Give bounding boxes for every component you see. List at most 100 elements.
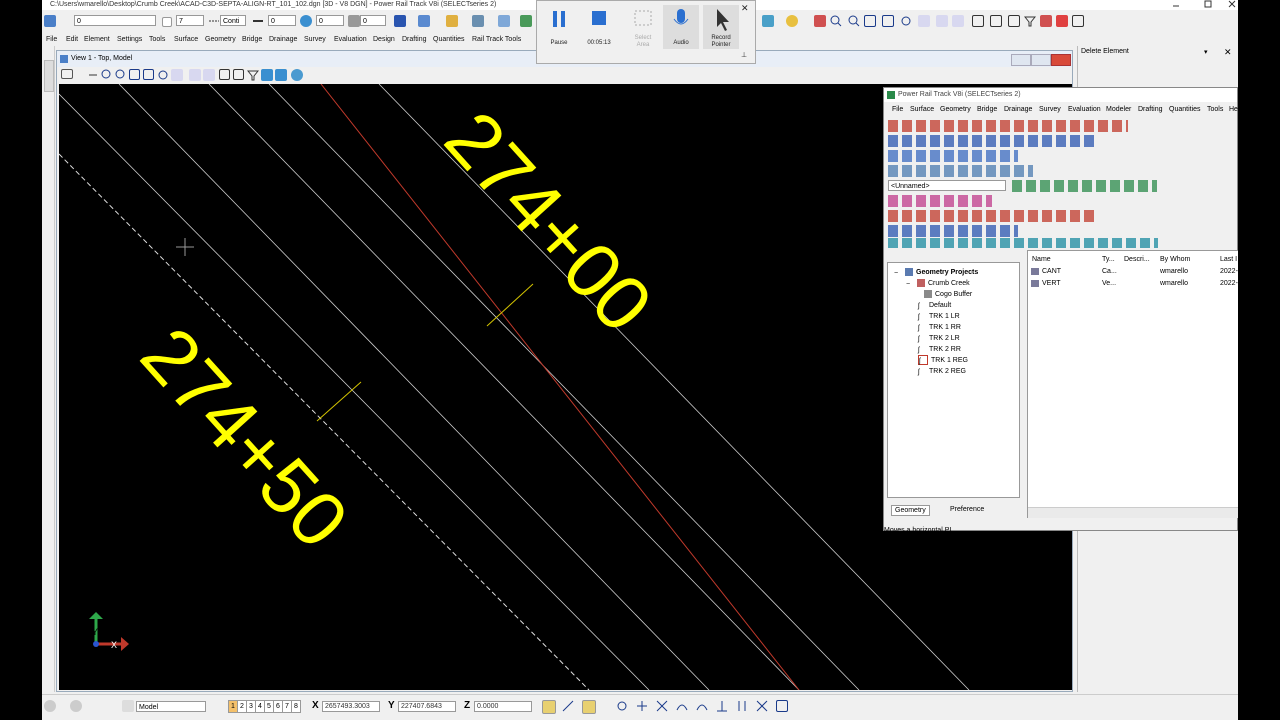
model-combo[interactable]: Model — [136, 701, 206, 712]
menu-quantities[interactable]: Quantities — [433, 34, 465, 46]
col-header-by-whom[interactable]: By Whom — [1160, 254, 1190, 265]
fit-view-icon[interactable] — [882, 15, 894, 27]
record-pointer-button[interactable]: Record Pointer — [703, 5, 739, 49]
snap-bisector-icon[interactable] — [656, 700, 668, 712]
view-prev-icon[interactable] — [189, 69, 201, 81]
view-button-8[interactable]: 8 — [291, 700, 301, 713]
panel-menu-drainage[interactable]: Drainage — [1004, 104, 1032, 116]
y-coordinate-field[interactable]: 227407.6843 — [398, 701, 456, 712]
tasks-icon[interactable] — [44, 60, 54, 92]
menu-drafting[interactable]: Drafting — [402, 34, 427, 46]
level-manager-icon[interactable] — [44, 15, 56, 27]
expand-icon[interactable]: − — [906, 279, 914, 288]
menu-design[interactable]: Design — [373, 34, 395, 46]
zoom-out-icon[interactable] — [848, 15, 860, 27]
panel-combo[interactable]: <Unnamed> — [888, 180, 1006, 191]
tree-item-trk1-reg[interactable]: ʃ TRK 1 REG — [918, 355, 968, 366]
image-icon[interactable] — [520, 15, 532, 27]
view-refs-icon[interactable] — [275, 69, 287, 81]
tool-settings-close-icon[interactable]: ✕ — [1224, 47, 1232, 58]
audio-button[interactable]: Audio — [663, 5, 699, 49]
panel-menu-evaluation[interactable]: Evaluation — [1068, 104, 1101, 116]
snap-intersection-icon[interactable] — [676, 700, 688, 712]
tab-preference[interactable]: Preference — [947, 505, 987, 514]
tree-project[interactable]: − Crumb Creek — [906, 278, 970, 289]
pan-view-icon[interactable] — [918, 15, 930, 27]
panel-menu-file[interactable]: File — [892, 104, 903, 116]
expand-icon[interactable]: − — [894, 268, 902, 277]
color-combo[interactable]: 7 — [176, 15, 204, 26]
snap-settings-icon[interactable] — [776, 700, 788, 712]
snap-tangent-icon[interactable] — [696, 700, 708, 712]
view-maximize-icon[interactable] — [1031, 54, 1051, 66]
recorder-pin-icon[interactable]: ⊥ — [741, 51, 747, 59]
filter-icon[interactable] — [1023, 15, 1037, 27]
view-rotate-icon[interactable] — [157, 69, 169, 81]
view-levels-icon[interactable] — [261, 69, 273, 81]
rail-track-icon[interactable] — [418, 15, 430, 27]
tree-item-trk1-lr[interactable]: ʃ TRK 1 LR — [918, 311, 960, 322]
view-previous-icon[interactable] — [936, 15, 948, 27]
restore-icon[interactable] — [1204, 0, 1212, 8]
menu-drainage[interactable]: Drainage — [269, 34, 297, 46]
view-window-icon[interactable] — [129, 69, 140, 80]
minimize-icon[interactable] — [1172, 0, 1180, 8]
back-icon[interactable] — [44, 700, 56, 712]
tree-item-cogo-buffer[interactable]: Cogo Buffer — [924, 289, 972, 300]
panel-menu-tools[interactable]: Tools — [1207, 104, 1223, 116]
menu-element[interactable]: Element — [84, 34, 110, 46]
x-coordinate-field[interactable]: 2657493.3003 — [322, 701, 380, 712]
color-icon[interactable] — [162, 17, 172, 27]
view-display-icon[interactable] — [219, 69, 230, 80]
panel-menu-quantities[interactable]: Quantities — [1169, 104, 1201, 116]
view-update-icon[interactable] — [87, 69, 99, 81]
print-icon[interactable] — [472, 15, 484, 27]
table-row[interactable]: VERT Ve... wmarello 2022- — [1028, 278, 1238, 289]
menu-tools[interactable]: Tools — [149, 34, 165, 46]
view-next-icon[interactable] — [203, 69, 215, 81]
display-style-icon[interactable] — [990, 15, 1002, 27]
priority-combo[interactable]: 0 — [360, 15, 386, 26]
tree-item-trk2-lr[interactable]: ʃ TRK 2 LR — [918, 333, 960, 344]
snap-origin-icon[interactable] — [636, 700, 648, 712]
view-close-icon[interactable] — [1051, 54, 1071, 66]
cloud-icon[interactable] — [498, 15, 510, 27]
recorder-close-icon[interactable]: ✕ — [741, 3, 749, 14]
panel-menu-geometry[interactable]: Geometry — [940, 104, 971, 116]
panel-menu-drafting[interactable]: Drafting — [1138, 104, 1163, 116]
line-style-combo[interactable]: Conti — [220, 15, 246, 26]
col-header-description[interactable]: Descri... — [1124, 254, 1150, 265]
rotate-view-icon[interactable] — [900, 15, 912, 27]
tree-item-default[interactable]: ʃ Default — [918, 300, 951, 311]
clip-volume-icon[interactable] — [1008, 15, 1020, 27]
snap-perpendicular-icon[interactable] — [716, 700, 728, 712]
menu-rail-track-tools[interactable]: Rail Track Tools — [472, 34, 521, 46]
view-fit-icon[interactable] — [143, 69, 154, 80]
window-area-icon[interactable] — [864, 15, 876, 27]
open-folder-icon[interactable] — [446, 15, 458, 27]
snap-nearest-icon[interactable] — [562, 700, 574, 712]
select-area-button[interactable]: Select Area — [625, 5, 661, 49]
model-icon-bottom[interactable] — [122, 700, 134, 712]
settings-icon[interactable] — [762, 15, 774, 27]
tree-item-trk2-rr[interactable]: ʃ TRK 2 RR — [918, 344, 961, 355]
panel-menu-survey[interactable]: Survey — [1039, 104, 1061, 116]
key-in-icon[interactable] — [394, 15, 406, 27]
level-combo[interactable]: 0 — [74, 15, 156, 26]
view-attributes-icon[interactable] — [972, 15, 984, 27]
panel-menu-surface[interactable]: Surface — [910, 104, 934, 116]
zoom-in-icon[interactable] — [830, 15, 842, 27]
transparency-icon[interactable] — [300, 15, 312, 27]
accudraw-icon[interactable] — [542, 700, 556, 714]
view-zoom-in-icon[interactable] — [101, 69, 113, 81]
horizontal-scrollbar[interactable] — [1028, 507, 1238, 518]
menu-file[interactable]: File — [46, 34, 57, 46]
tab-geometry[interactable]: Geometry — [891, 505, 930, 516]
close-icon[interactable] — [1228, 0, 1236, 8]
z-coordinate-field[interactable]: 0.0000 — [474, 701, 532, 712]
panel-menu-bridge[interactable]: Bridge — [977, 104, 997, 116]
weight-combo[interactable]: 0 — [268, 15, 296, 26]
level-display-icon[interactable] — [1040, 15, 1052, 27]
col-header-name[interactable]: Name — [1032, 254, 1051, 265]
pause-button[interactable]: Pause — [541, 5, 577, 49]
